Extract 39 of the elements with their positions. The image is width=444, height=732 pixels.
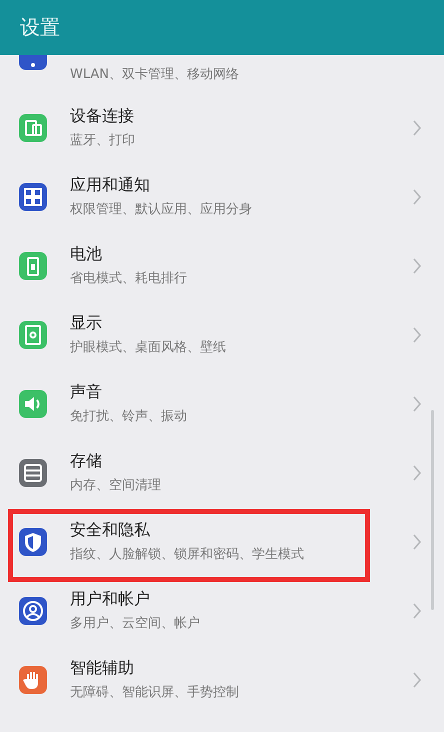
chevron-icon: [412, 188, 422, 206]
item-title: 电池: [70, 244, 103, 265]
item-subtitle: 蓝牙、打印: [70, 132, 136, 149]
item-title: 用户和帐户: [70, 589, 151, 610]
item-title: 应用和通知: [70, 175, 151, 196]
settings-item[interactable]: 电池 省电模式、耗电排行: [0, 231, 444, 300]
item-subtitle: 内存、空间清理: [70, 477, 162, 494]
settings-item[interactable]: 智能辅助 无障碍、智能识屏、手势控制: [0, 645, 444, 714]
item-title: 声音: [70, 382, 103, 403]
item-subtitle: 权限管理、默认应用、应用分身: [70, 201, 253, 218]
item-title: 设备连接: [70, 106, 135, 127]
item-subtitle: 护眼模式、桌面风格、壁纸: [70, 339, 227, 356]
item-subtitle: 无障碍、智能识屏、手势控制: [70, 684, 240, 701]
settings-item[interactable]: 安全和隐私 指纹、人脸解锁、锁屏和密码、学生模式: [0, 507, 444, 576]
chevron-icon: [412, 118, 422, 136]
chevron-icon: [412, 532, 422, 550]
item-subtitle: 省电模式、耗电排行: [70, 270, 188, 287]
settings-item[interactable]: 声音 免打扰、铃声、振动: [0, 369, 444, 438]
settings-item[interactable]: 存储 内存、空间清理: [0, 438, 444, 507]
item-subtitle: 免打扰、铃声、振动: [70, 408, 188, 425]
page-title: 设置: [20, 14, 60, 41]
chevron-icon: [412, 326, 422, 344]
chevron-icon: [412, 602, 422, 620]
settings-item[interactable]: 显示 护眼模式、桌面风格、壁纸: [0, 300, 444, 369]
item-subtitle: WLAN、双卡管理、移动网络: [70, 66, 240, 83]
item-title: 显示: [70, 313, 103, 334]
chevron-icon: [412, 670, 422, 688]
settings-item[interactable]: 设备连接 蓝牙、打印: [0, 93, 444, 162]
item-title: 存储: [70, 451, 103, 472]
item-subtitle: 指纹、人脸解锁、锁屏和密码、学生模式: [70, 546, 305, 563]
chevron-icon: [412, 256, 422, 274]
item-subtitle: 多用户、云空间、帐户: [70, 615, 201, 632]
item-title: 安全和隐私: [70, 520, 151, 541]
item-title: 智能辅助: [70, 658, 135, 679]
settings-item[interactable]: WLAN、双卡管理、移动网络: [0, 55, 444, 93]
settings-item[interactable]: 用户和帐户 多用户、云空间、帐户: [0, 576, 444, 645]
chevron-icon: [412, 464, 422, 482]
settings-item[interactable]: 应用和通知 权限管理、默认应用、应用分身: [0, 162, 444, 231]
chevron-icon: [412, 394, 422, 412]
